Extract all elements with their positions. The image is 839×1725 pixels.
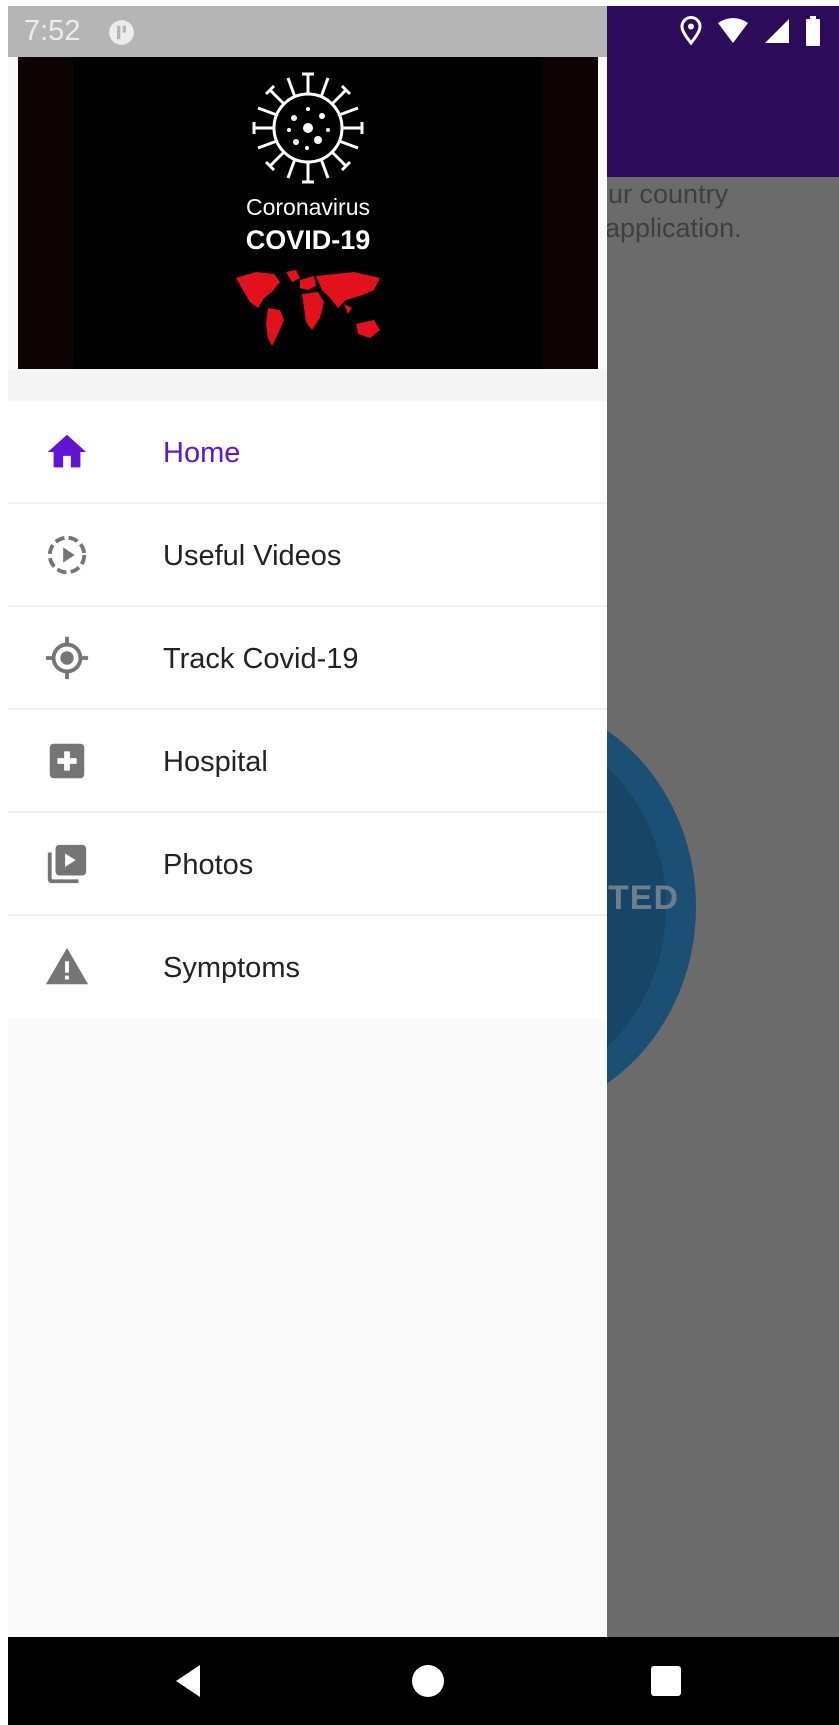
status-bar: 7:52	[8, 6, 839, 57]
menu-item-label: Home	[163, 437, 241, 469]
menu-item-useful-videos[interactable]: Useful Videos	[8, 504, 607, 607]
location-icon	[680, 16, 702, 46]
background-text-line-1: our country	[593, 179, 729, 209]
recents-icon[interactable]	[644, 1659, 688, 1703]
phone-screen: our country application. TED Coronavirus…	[8, 6, 839, 1725]
drawer-header: Coronavirus COVID-19	[18, 44, 598, 369]
status-time: 7:52	[24, 15, 81, 47]
drawer-menu: Home Useful Videos Track Covid-19 Hospit…	[8, 401, 607, 1019]
drawer-header-title: COVID-19	[245, 225, 371, 255]
world-map-image	[236, 270, 380, 346]
play-circle-icon	[47, 535, 87, 575]
menu-item-label: Track Covid-19	[163, 643, 359, 675]
menu-item-symptoms[interactable]: Symptoms	[8, 916, 607, 1019]
menu-item-photos[interactable]: Photos	[8, 813, 607, 916]
wifi-icon	[718, 18, 748, 43]
menu-item-track-covid[interactable]: Track Covid-19	[8, 607, 607, 710]
menu-item-label: Hospital	[163, 746, 268, 778]
drawer-header-subtitle: Coronavirus	[246, 194, 370, 220]
home-icon	[47, 434, 87, 468]
coronavirus-icon	[252, 72, 364, 184]
menu-item-label: Useful Videos	[163, 540, 342, 572]
background-text-line-2: application.	[605, 213, 742, 243]
back-icon[interactable]	[168, 1659, 212, 1703]
start-button-label: TED	[608, 879, 679, 917]
menu-item-label: Symptoms	[163, 952, 300, 984]
app-notification-icon	[109, 20, 134, 45]
navigation-drawer: Coronavirus COVID-19 Home Useful Videos …	[8, 6, 607, 1637]
battery-icon	[806, 16, 820, 46]
menu-item-home[interactable]: Home	[8, 401, 607, 504]
home-circle-icon[interactable]	[406, 1659, 450, 1703]
warning-icon	[45, 947, 89, 985]
menu-item-hospital[interactable]: Hospital	[8, 710, 607, 813]
video-library-icon	[47, 844, 87, 884]
gps-target-icon	[45, 636, 89, 680]
signal-icon	[765, 19, 789, 43]
menu-item-label: Photos	[163, 849, 254, 881]
system-navigation-bar	[8, 1637, 839, 1725]
hospital-icon	[49, 743, 85, 779]
